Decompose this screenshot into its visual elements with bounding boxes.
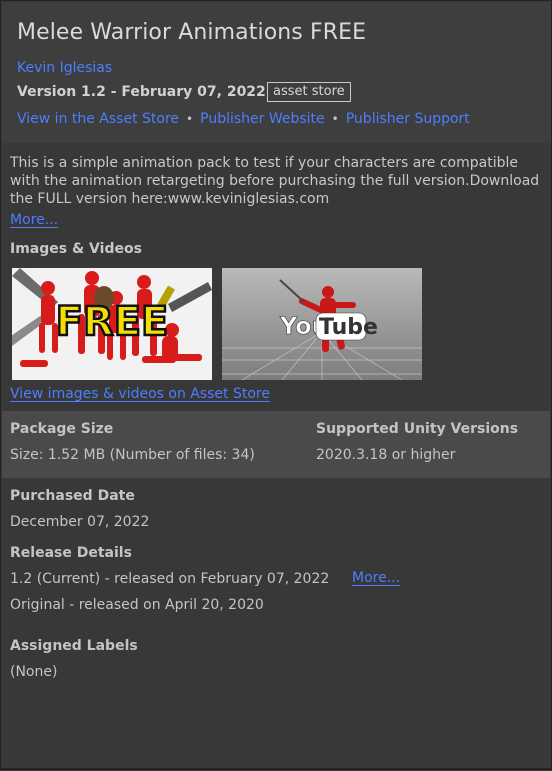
youtube-video-artwork: You Tube [222, 268, 422, 380]
package-details-panel: Melee Warrior Animations FREE Kevin Igle… [0, 0, 552, 770]
assigned-labels-label: Assigned Labels [10, 638, 138, 654]
asset-store-tag: asset store [267, 82, 351, 102]
images-videos-label: Images & Videos [10, 241, 142, 257]
version-label: Version 1.2 - February 07, 2022 [17, 84, 266, 100]
publisher-website-link[interactable]: Publisher Website [200, 111, 325, 127]
publisher-support-link[interactable]: Publisher Support [346, 111, 470, 127]
separator-dot: • [186, 112, 194, 126]
release-details-label: Release Details [10, 545, 132, 561]
purchased-date-value: December 07, 2022 [10, 514, 150, 530]
author-link[interactable]: Kevin Iglesias [17, 60, 112, 76]
free-text: FREE [56, 299, 169, 345]
free-artwork: FREE [12, 268, 212, 380]
separator-dot: • [331, 112, 339, 126]
supported-unity-label: Supported Unity Versions [316, 421, 519, 437]
youtube-tube-text: Tube [319, 315, 378, 340]
header-links: View in the Asset Store • Publisher Websit… [17, 111, 470, 127]
package-header: Melee Warrior Animations FREE Kevin Igle… [2, 2, 551, 143]
release-current-value: 1.2 (Current) - released on February 07,… [10, 571, 330, 587]
package-size-value: Size: 1.52 MB (Number of files: 34) [10, 447, 255, 463]
release-original-value: Original - released on April 20, 2020 [10, 597, 264, 613]
view-images-videos-link[interactable]: View images & videos on Asset Store [10, 386, 270, 402]
view-in-asset-store-link[interactable]: View in the Asset Store [17, 111, 179, 127]
package-size-label: Package Size [10, 421, 114, 437]
assigned-labels-value: (None) [10, 664, 58, 680]
package-description: This is a simple animation pack to test … [10, 155, 540, 207]
description-more-link[interactable]: More... [10, 212, 58, 228]
purchased-date-label: Purchased Date [10, 488, 135, 504]
package-title: Melee Warrior Animations FREE [17, 20, 367, 45]
release-more-link[interactable]: More... [352, 570, 400, 586]
package-size-section: Package Size Size: 1.52 MB (Number of fi… [2, 411, 550, 478]
supported-unity-value: 2020.3.18 or higher [316, 447, 456, 463]
video-thumbnail-youtube[interactable]: You Tube [222, 268, 422, 380]
image-thumbnail-free[interactable]: FREE [12, 268, 212, 380]
